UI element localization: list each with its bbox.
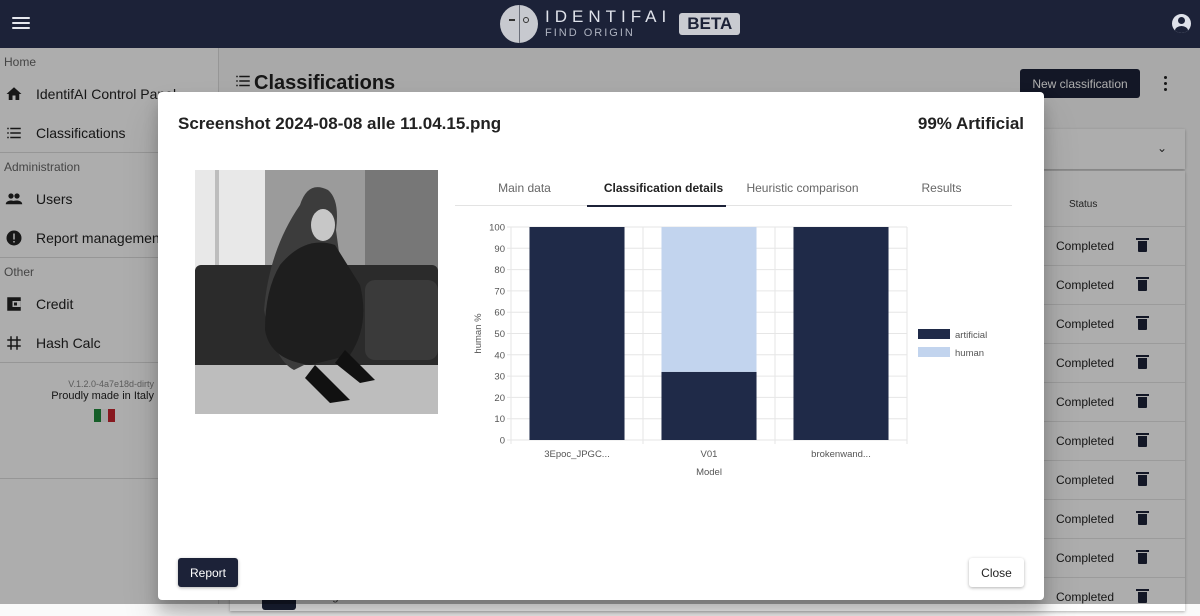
robot-face-logo-icon xyxy=(500,5,538,43)
report-button[interactable]: Report xyxy=(178,558,238,587)
app-logo[interactable]: IDENTIFAI FIND ORIGIN BETA xyxy=(500,4,741,44)
y-tick-label: 50 xyxy=(494,329,505,340)
tab-results[interactable]: Results xyxy=(872,170,1011,206)
bar-artificial xyxy=(793,227,889,440)
classification-dialog: Screenshot 2024-08-08 alle 11.04.15.png … xyxy=(158,92,1044,600)
logo-subtitle: FIND ORIGIN xyxy=(545,27,635,39)
bar-artificial xyxy=(529,227,625,440)
y-tick-label: 80 xyxy=(494,265,505,276)
dialog-tabs: Main data Classification details Heurist… xyxy=(455,170,1012,207)
classification-score: 99% Artificial xyxy=(917,114,1024,133)
beta-badge: BETA xyxy=(679,13,741,35)
logo-name: IDENTIFAI xyxy=(545,7,672,26)
y-tick-label: 0 xyxy=(500,436,505,447)
legend-label: human xyxy=(955,348,984,359)
hamburger-menu-icon[interactable] xyxy=(12,14,30,34)
tab-heuristic-comparison[interactable]: Heuristic comparison xyxy=(733,170,872,206)
y-tick-label: 60 xyxy=(494,308,505,319)
classified-image xyxy=(195,170,438,414)
y-tick-label: 20 xyxy=(494,393,505,404)
x-axis-label: Model xyxy=(696,467,722,478)
close-button[interactable]: Close xyxy=(969,558,1024,587)
account-circle-icon[interactable] xyxy=(1172,14,1191,33)
y-axis-label: human % xyxy=(473,313,484,354)
y-tick-label: 10 xyxy=(494,414,505,425)
y-tick-label: 40 xyxy=(494,350,505,361)
y-tick-label: 30 xyxy=(494,372,505,383)
x-tick-label: brokenwand... xyxy=(811,449,871,460)
legend-label: artificial xyxy=(955,330,987,341)
bar-artificial xyxy=(661,371,757,440)
legend-swatch-human xyxy=(918,347,950,357)
y-tick-label: 70 xyxy=(494,286,505,297)
bar-human xyxy=(661,227,757,372)
y-tick-label: 90 xyxy=(494,244,505,255)
y-tick-label: 100 xyxy=(489,223,505,234)
tab-classification-details[interactable]: Classification details xyxy=(587,170,733,207)
tab-main-data[interactable]: Main data xyxy=(455,170,594,206)
x-tick-label: 3Epoc_JPGC... xyxy=(544,449,609,460)
x-tick-label: V01 xyxy=(701,449,718,460)
legend-swatch-artificial xyxy=(918,329,950,339)
dialog-title: Screenshot 2024-08-08 alle 11.04.15.png xyxy=(178,114,502,133)
classification-chart: 0 10 20 30 40 50 60 70 80 90 100 3Epoc_JPGC... V01 br… xyxy=(473,223,987,479)
top-app-bar: IDENTIFAI FIND ORIGIN BETA xyxy=(0,0,1200,48)
